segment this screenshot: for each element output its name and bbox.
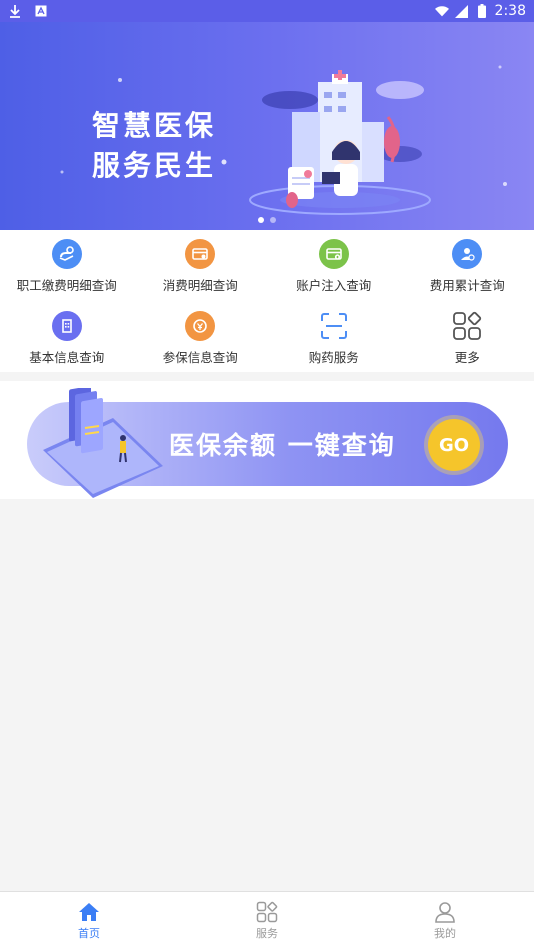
banner-title-line2: 服务民生 xyxy=(92,149,217,182)
insurance-info-icon xyxy=(185,311,216,341)
bottom-navigation: 首页 服务 我的 xyxy=(0,891,534,950)
download-icon xyxy=(8,4,22,18)
scan-icon xyxy=(319,311,349,341)
entry-account-inject[interactable]: 账户注入查询 xyxy=(267,230,401,302)
person-icon xyxy=(434,901,456,923)
entry-medicine-purchase[interactable]: 购药服务 xyxy=(267,302,401,372)
tab-home-label: 首页 xyxy=(78,927,100,940)
cost-accumulate-icon xyxy=(452,239,483,269)
entry-consumption-detail[interactable]: 消费明细查询 xyxy=(134,230,268,302)
battery-icon xyxy=(475,4,489,18)
hero-banner[interactable]: 智慧医保 服务民生 xyxy=(0,22,534,230)
carousel-indicator xyxy=(258,217,276,223)
entry-label: 账户注入查询 xyxy=(296,278,372,293)
entry-label: 职工缴费明细查询 xyxy=(16,278,117,293)
go-button[interactable]: GO xyxy=(428,419,480,471)
carousel-dot-1[interactable] xyxy=(258,217,264,223)
entry-label: 基本信息查询 xyxy=(29,350,105,365)
carousel-dot-2[interactable] xyxy=(270,217,276,223)
account-inject-icon xyxy=(318,239,349,269)
tab-mine[interactable]: 我的 xyxy=(356,892,534,950)
banner-illustration xyxy=(60,65,507,215)
entry-basic-info[interactable]: 基本信息查询 xyxy=(0,302,134,372)
banner-title-line1: 智慧医保 xyxy=(92,109,217,142)
wifi-icon xyxy=(434,4,449,18)
service-grid-icon xyxy=(256,901,278,923)
balance-query-banner[interactable]: 医保余额 一键查询 GO xyxy=(27,388,508,498)
more-grid-icon xyxy=(452,311,482,341)
entry-insurance-info[interactable]: 参保信息查询 xyxy=(134,302,268,372)
basic-info-icon xyxy=(51,311,82,341)
quick-entry-grid: 职工缴费明细查询 消费明细查询 账户注入查询 费用累计查询 基本信息查询 参保信… xyxy=(0,230,534,372)
entry-label: 消费明细查询 xyxy=(162,278,238,293)
tab-mine-label: 我的 xyxy=(434,927,456,940)
entry-more[interactable]: 更多 xyxy=(401,302,534,372)
entry-label: 购药服务 xyxy=(308,350,359,365)
tab-home[interactable]: 首页 xyxy=(0,892,178,950)
home-icon xyxy=(78,901,100,923)
entry-label: 参保信息查询 xyxy=(162,350,238,365)
entry-label: 费用累计查询 xyxy=(429,278,505,293)
signal-icon xyxy=(455,4,469,18)
entry-cost-accumulate[interactable]: 费用累计查询 xyxy=(401,230,534,302)
status-bar: 2:38 xyxy=(0,0,534,22)
entry-label: 更多 xyxy=(454,350,480,365)
payment-detail-icon xyxy=(51,239,82,269)
tab-service-label: 服务 xyxy=(256,927,278,940)
clock: 2:38 xyxy=(494,3,526,19)
tab-service[interactable]: 服务 xyxy=(178,892,356,950)
notification-a-icon xyxy=(34,4,48,18)
entry-payment-detail[interactable]: 职工缴费明细查询 xyxy=(0,230,134,302)
promo-section: 医保余额 一键查询 GO xyxy=(0,381,534,499)
promo-text: 医保余额 一键查询 xyxy=(169,431,396,460)
consumption-detail-icon xyxy=(185,239,216,269)
phone-illustration xyxy=(43,388,163,498)
